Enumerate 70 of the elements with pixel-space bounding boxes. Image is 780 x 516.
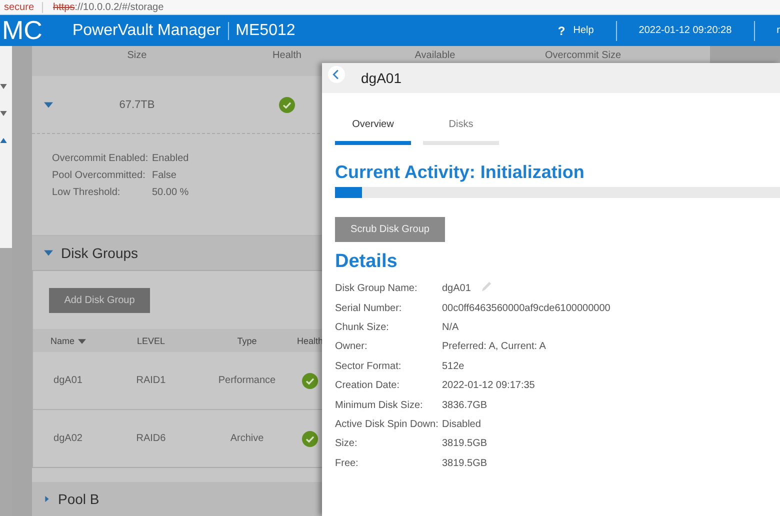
property-value: Enabled xyxy=(152,153,189,164)
activity-heading: Current Activity: Initialization xyxy=(335,162,586,183)
column-header[interactable]: Name xyxy=(33,336,103,346)
details-heading: Details xyxy=(335,251,398,273)
check-icon xyxy=(302,430,318,446)
security-label: secure xyxy=(4,2,44,12)
detail-value: 3819.5GB xyxy=(442,458,488,469)
caret-icon[interactable] xyxy=(0,111,7,116)
property-label: Overcommit Enabled: xyxy=(52,153,150,164)
detail-value: 3836.7GB xyxy=(442,400,488,411)
column-header[interactable]: Type xyxy=(199,336,295,346)
detail-label: Chunk Size: xyxy=(335,322,390,333)
property-value: False xyxy=(152,170,176,181)
tab[interactable]: Disks xyxy=(423,113,499,145)
panel-title: dgA01 xyxy=(361,70,402,86)
detail-value: Disabled xyxy=(442,418,481,430)
column-header: Overcommit Size xyxy=(544,50,622,61)
property-label: Pool Overcommitted: xyxy=(52,170,146,181)
caret-icon[interactable] xyxy=(44,495,50,503)
detail-label: Sector Format: xyxy=(335,360,402,372)
detail-label: Owner: xyxy=(335,341,368,352)
help-icon[interactable]: ? xyxy=(558,24,566,38)
url-text[interactable]: https://10.0.0.2/#/storage xyxy=(53,2,164,12)
table-cell-text: RAID1 xyxy=(135,375,167,386)
detail-label: Disk Group Name: xyxy=(335,283,418,294)
detail-label: Creation Date: xyxy=(335,380,400,392)
caret-icon[interactable] xyxy=(0,138,7,143)
property-label: Low Threshold: xyxy=(52,187,122,198)
column-header[interactable]: Health xyxy=(295,336,325,346)
logo-text: MC xyxy=(2,15,42,46)
column-header: Health xyxy=(272,50,302,61)
table-cell-text: dgA01 xyxy=(52,375,84,386)
column-header: Size xyxy=(126,50,148,61)
detail-label: Minimum Disk Size: xyxy=(335,400,424,411)
tab[interactable]: Overview xyxy=(335,113,411,145)
table-cell-text: Archive xyxy=(229,433,265,444)
add-disk-group-button[interactable]: Add Disk Group xyxy=(49,288,150,313)
model-title: ME5012 xyxy=(234,22,296,40)
detail-label: Serial Number: xyxy=(335,302,403,314)
section-title: Disk Groups xyxy=(61,245,138,261)
check-icon xyxy=(279,96,295,112)
table-cell-text: RAID6 xyxy=(135,433,167,444)
detail-value: 512e xyxy=(442,360,464,372)
detail-value: 00c0ff6463560000af9cde6100000000 xyxy=(442,302,610,314)
detail-label: Size: xyxy=(335,438,358,450)
section-title: Pool B xyxy=(58,491,100,507)
back-icon[interactable] xyxy=(328,66,345,82)
column-header[interactable]: LEVEL xyxy=(103,336,199,346)
help-link[interactable]: Help xyxy=(573,25,594,36)
detail-value: N/A xyxy=(442,322,459,333)
caret-icon[interactable] xyxy=(44,102,53,108)
detail-label: Active Disk Spin Down: xyxy=(335,418,440,430)
detail-value: Preferred: A, Current: A xyxy=(442,341,546,352)
scrub-button[interactable]: Scrub Disk Group xyxy=(335,217,445,242)
caret-icon[interactable] xyxy=(44,250,53,256)
user-menu[interactable]: r xyxy=(776,25,780,36)
header-datetime: 2022-01-12 09:20:28 xyxy=(638,25,732,36)
table-cell-text: Performance xyxy=(217,375,277,386)
property-value: 50.00 % xyxy=(152,187,189,198)
detail-value: 3819.5GB xyxy=(442,438,488,450)
table-cell-text: dgA02 xyxy=(52,433,84,444)
detail-label: Free: xyxy=(335,458,360,469)
check-icon xyxy=(302,372,318,388)
detail-value: dgA01 xyxy=(442,283,471,294)
sort-icon xyxy=(78,338,86,344)
column-header: Available xyxy=(414,50,456,61)
caret-icon[interactable] xyxy=(0,84,7,89)
product-title: PowerVault Manager xyxy=(72,22,229,40)
detail-value: 2022-01-12 09:17:35 xyxy=(442,380,535,392)
table-cell-text: 67.7TB xyxy=(118,98,156,110)
